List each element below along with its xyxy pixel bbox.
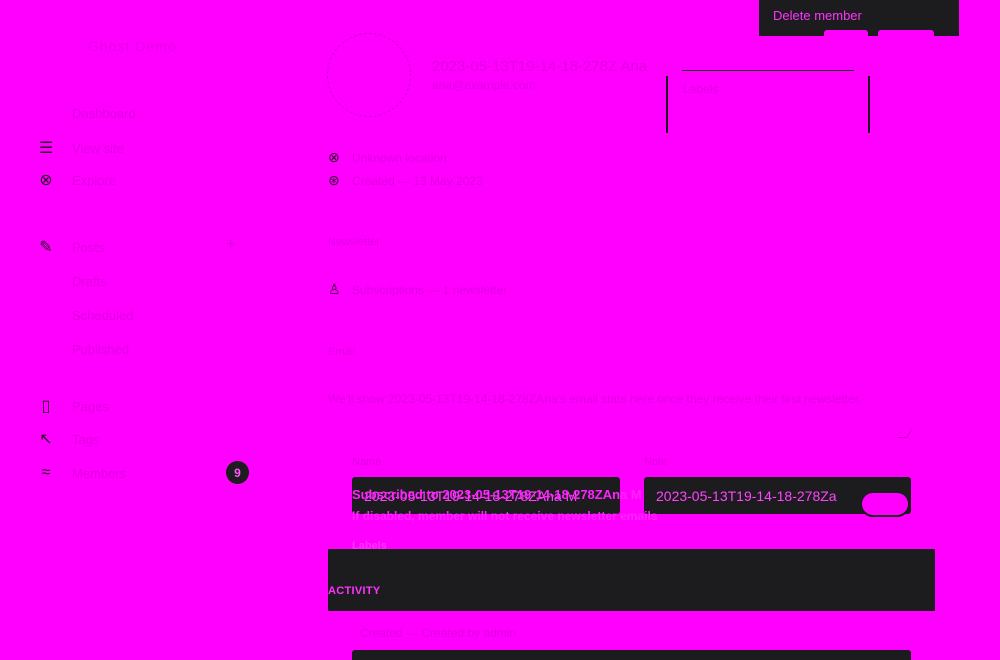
location-text: Unknown location (352, 150, 447, 165)
email-stats-note: We'll show 2023-05-13T19-14-18-278ZAna's… (328, 392, 862, 406)
activity-item: Created — Created by admin (360, 626, 517, 640)
sidebar-item-drafts[interactable]: Drafts (36, 270, 107, 292)
sidebar-item-label: Drafts (72, 273, 107, 289)
labels-placeholder: Labels (683, 82, 719, 96)
location-icon: ⊗ (328, 149, 340, 165)
save-button[interactable] (878, 30, 934, 38)
person-icon: ♙ (328, 281, 341, 297)
delete-member-menu-item[interactable]: Delete member (773, 8, 862, 23)
pen-icon: ✎ (39, 239, 53, 256)
sidebar-item-view-site[interactable]: ☰ View site (36, 137, 124, 159)
activity-title: ACTIVITY (328, 585, 381, 597)
sidebar-item-published[interactable]: Published (36, 338, 129, 360)
sidebar-item-label: View site (72, 140, 124, 156)
created-text: Created — 13 May 2023 (352, 173, 483, 188)
subscriptions-row: ♙ Subscriptions — 1 newsletter (328, 281, 507, 298)
note-field-label: Note (644, 456, 668, 468)
sidebar-item-members[interactable]: ≈ Members (36, 462, 127, 484)
member-email: ana@example.com (432, 78, 536, 92)
sidebar-item-label: Tags (72, 431, 100, 447)
add-post-icon[interactable]: + (226, 236, 235, 254)
list-icon: ☰ (38, 140, 54, 157)
sidebar-item-posts[interactable]: ✎ Posts (36, 236, 105, 258)
sidebar-item-label: Pages (72, 398, 109, 414)
sidebar-item-label: Published (72, 341, 130, 357)
email-stats-label: Email (328, 346, 356, 358)
subscription-label: Subscribed to 2023-05-13T19-14-18-278ZAn… (352, 487, 642, 502)
subscription-hint: If disabled, member will not receive new… (352, 509, 658, 523)
tag-icon: ↖ (39, 431, 53, 448)
sidebar-item-tags[interactable]: ↖ Tags (36, 428, 99, 450)
activity-top-label: Labels (352, 540, 387, 552)
created-row: ⊛ Created — 13 May 2023 (328, 172, 483, 189)
activity-panel (328, 549, 935, 611)
sidebar-item-label: Explore (72, 172, 117, 188)
resize-handle-icon[interactable] (897, 428, 913, 438)
globe-icon: ⊗ (39, 172, 53, 189)
sidebar-item-label: Posts (72, 239, 105, 255)
sidebar-item-explore[interactable]: ⊗ Explore (36, 169, 116, 191)
sidebar-item-label: Scheduled (72, 307, 134, 323)
member-name: 2023-05-13T19-14-18-278Z Ana (432, 58, 648, 75)
sidebar-item-pages[interactable]: ▯ Pages (36, 395, 109, 417)
clock-icon: ⊛ (328, 172, 340, 188)
newsletter-toggle[interactable] (860, 491, 910, 517)
location-row: ⊗ Unknown location (328, 149, 447, 166)
avatar (327, 33, 411, 117)
sidebar-item-label: Dashboard (72, 105, 136, 121)
sidebar-item-dashboard[interactable]: Dashboard (36, 102, 136, 124)
name-field-label: Name (352, 456, 382, 468)
members-count-badge: 9 (226, 461, 249, 484)
activity-list (352, 650, 911, 660)
actions-button[interactable] (824, 30, 868, 38)
sidebar-item-label: Members (72, 465, 127, 481)
subscriptions-text: Subscriptions — 1 newsletter (352, 282, 508, 297)
labels-divider (682, 70, 854, 71)
newsletter-section-label: Newsletter (328, 236, 380, 248)
sidebar-item-scheduled[interactable]: Scheduled (36, 304, 133, 326)
site-title: Ghost Demo (88, 38, 177, 54)
members-icon: ≈ (41, 464, 51, 481)
page-icon: ▯ (41, 398, 51, 415)
